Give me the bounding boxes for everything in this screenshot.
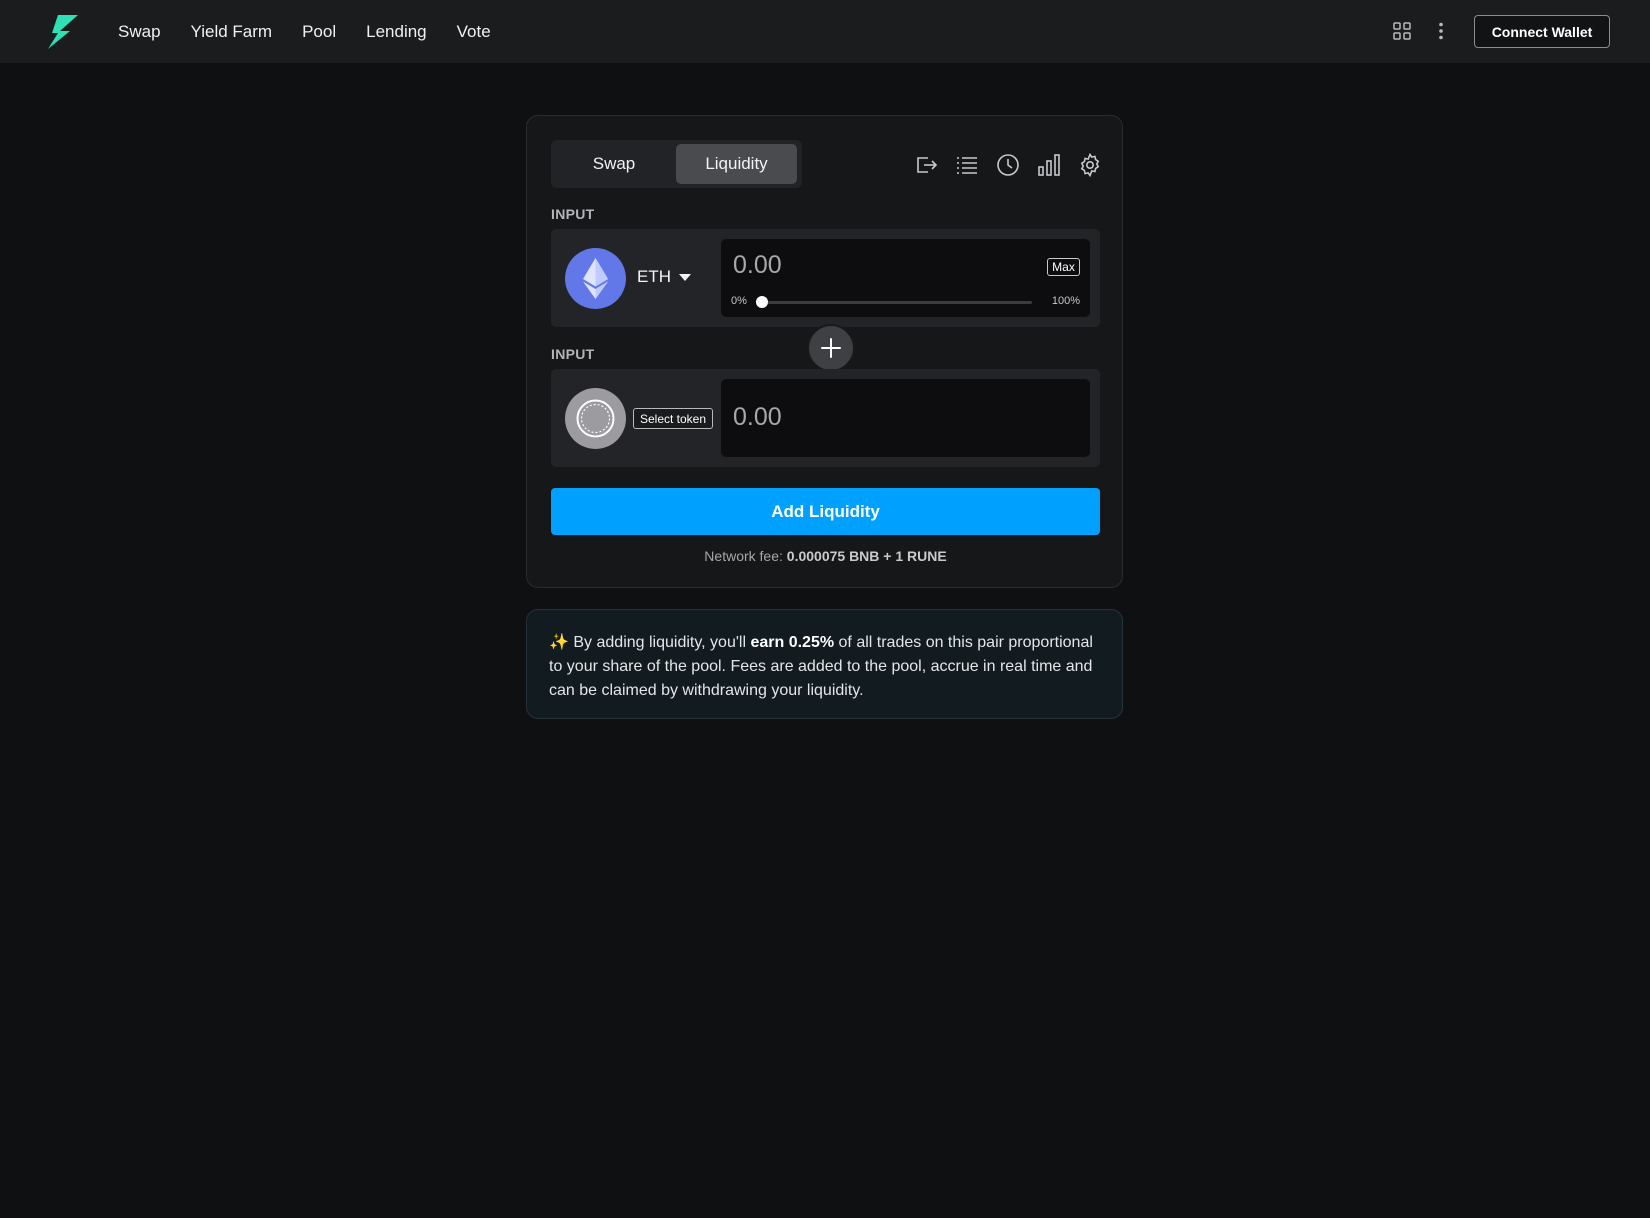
chart-icon[interactable] [1037,153,1061,177]
eth-token-logo[interactable] [565,248,626,309]
add-liquidity-button[interactable]: Add Liquidity [551,488,1100,535]
tab-group: Swap Liquidity [551,140,802,188]
top-bar: Swap Yield Farm Pool Lending Vote Connec… [0,0,1650,63]
tab-swap[interactable]: Swap [555,144,673,184]
history-icon[interactable] [996,153,1020,177]
amount-box-1: 0.00 Max 0% 100% [721,239,1090,317]
max-button[interactable]: Max [1047,258,1080,276]
amount-slider[interactable] [756,296,1032,308]
input-row-eth: ETH 0.00 Max 0% 100% [551,229,1100,327]
list-icon[interactable] [955,153,979,177]
fee-value: 0.000075 BNB + 1 RUNE [786,548,947,564]
nav-item-lending[interactable]: Lending [366,22,427,42]
info-highlight: earn 0.25% [750,634,835,651]
nav-item-vote[interactable]: Vote [457,22,491,42]
input-label: INPUT [551,206,595,222]
empty-token-logo[interactable] [565,388,626,449]
liquidity-card: Swap Liquidity INPUT ETH 0.00 Max 0% 100… [526,115,1123,588]
connect-wallet-button[interactable]: Connect Wallet [1474,15,1610,48]
nav-item-pool[interactable]: Pool [302,22,336,42]
nav-item-yield-farm[interactable]: Yield Farm [191,22,273,42]
select-token-button[interactable]: Select token [633,408,713,429]
network-fee: Network fee: 0.000075 BNB + 1 RUNE [527,548,1124,564]
plus-icon [821,338,841,358]
amount-input-2[interactable]: 0.00 [733,403,782,432]
tab-liquidity[interactable]: Liquidity [676,144,797,184]
slider-min-label: 0% [731,295,747,307]
kebab-menu-icon[interactable] [1437,22,1445,40]
logo-icon[interactable] [48,15,78,49]
token-selector-eth[interactable]: ETH [637,267,691,287]
info-card: ✨ By adding liquidity, you'll earn 0.25%… [526,609,1123,719]
withdraw-icon[interactable] [914,153,938,177]
input-label-2: INPUT [551,346,595,362]
input-row-select: Select token 0.00 [551,369,1100,467]
coin-placeholder-icon [576,399,615,438]
plus-button[interactable] [807,324,855,372]
caret-down-icon [679,273,691,281]
sparkle-icon: ✨ [549,634,569,651]
amount-box-2: 0.00 [721,379,1090,457]
fee-prefix: Network fee: [704,548,783,564]
slider-max-label: 100% [1051,295,1080,307]
nav-item-swap[interactable]: Swap [118,22,161,42]
grid-icon[interactable] [1393,22,1411,40]
token-symbol: ETH [637,267,671,286]
main-nav: Swap Yield Farm Pool Lending Vote [118,0,491,63]
ethereum-icon [583,258,608,299]
info-text-before: By adding liquidity, you'll [573,634,747,651]
amount-input-1[interactable]: 0.00 [733,251,782,280]
slider-handle[interactable] [756,296,768,308]
settings-icon[interactable] [1078,153,1102,177]
